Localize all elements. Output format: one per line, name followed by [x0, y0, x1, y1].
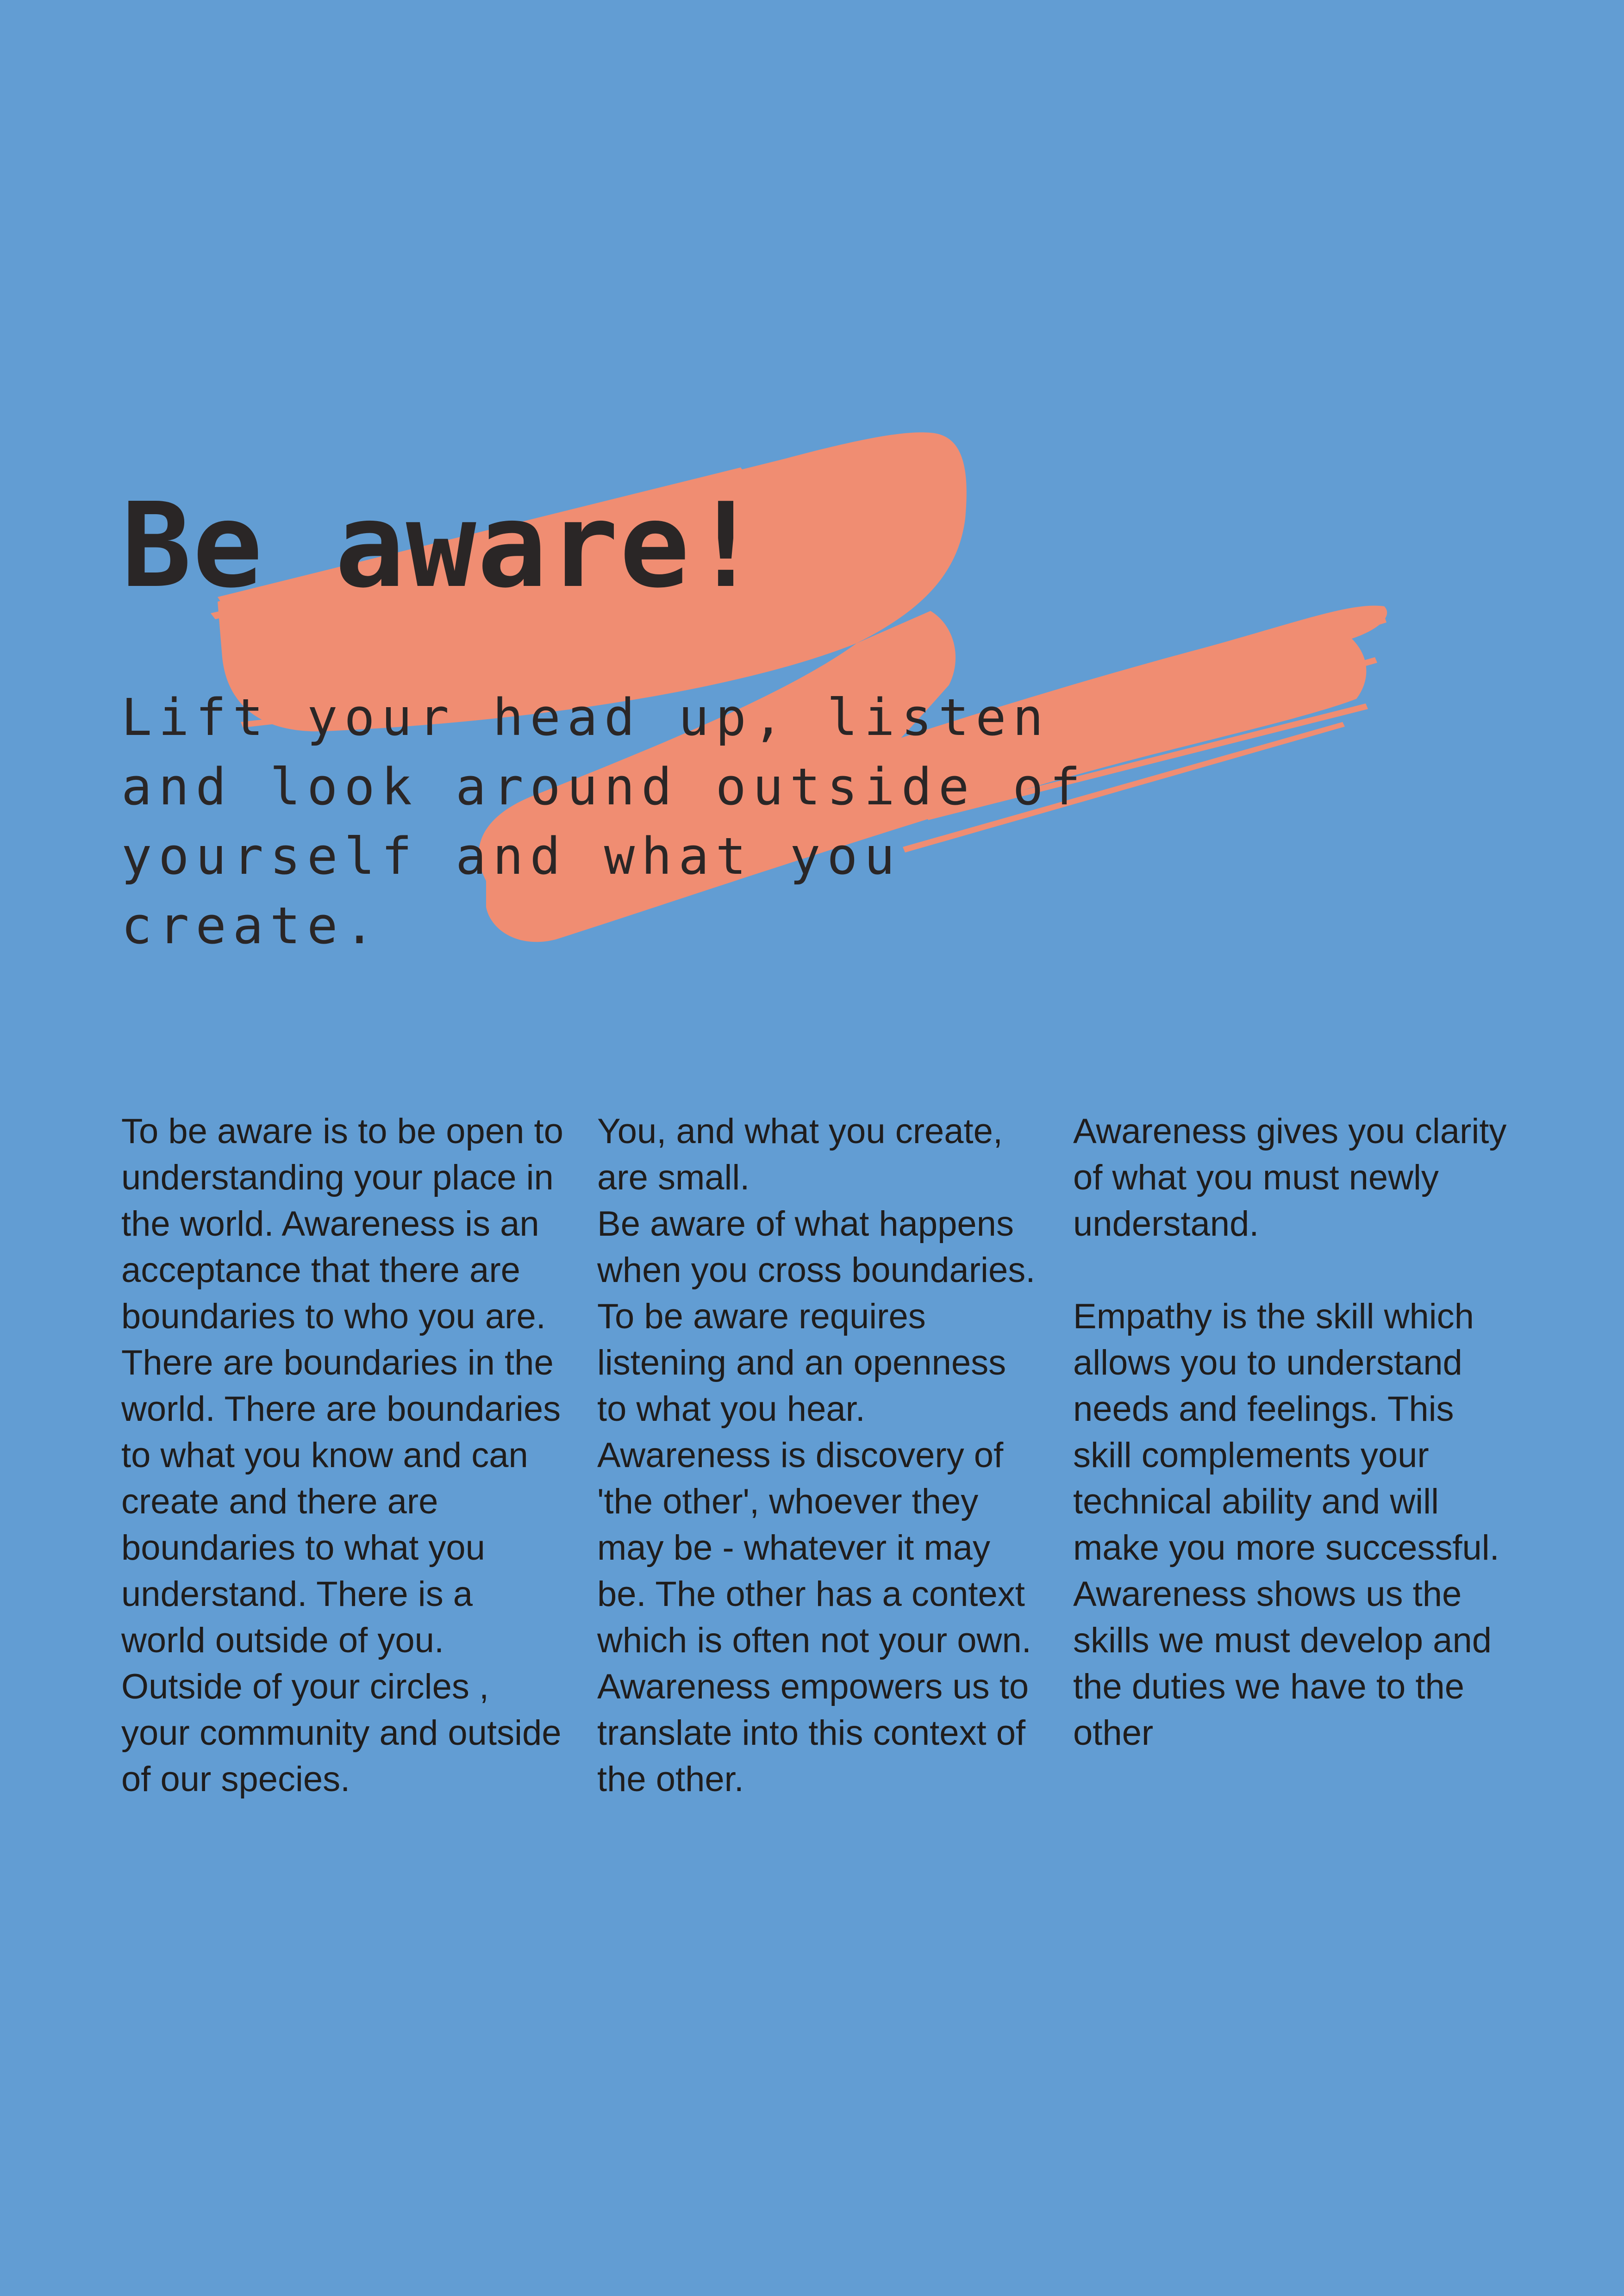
- page-subtitle: Lift your head up, listen and look aroun…: [121, 688, 1087, 955]
- text-column-3: Awareness gives you clarity of what you …: [1073, 1112, 1507, 1753]
- text-column-1: To be aware is to be open to understandi…: [121, 1112, 563, 1799]
- text-column-2: You, and what you create, are small. Be …: [597, 1112, 1036, 1799]
- page-title: Be aware!: [121, 478, 762, 614]
- poster-page: Be aware! Lift your head up, listen and …: [0, 0, 1624, 2296]
